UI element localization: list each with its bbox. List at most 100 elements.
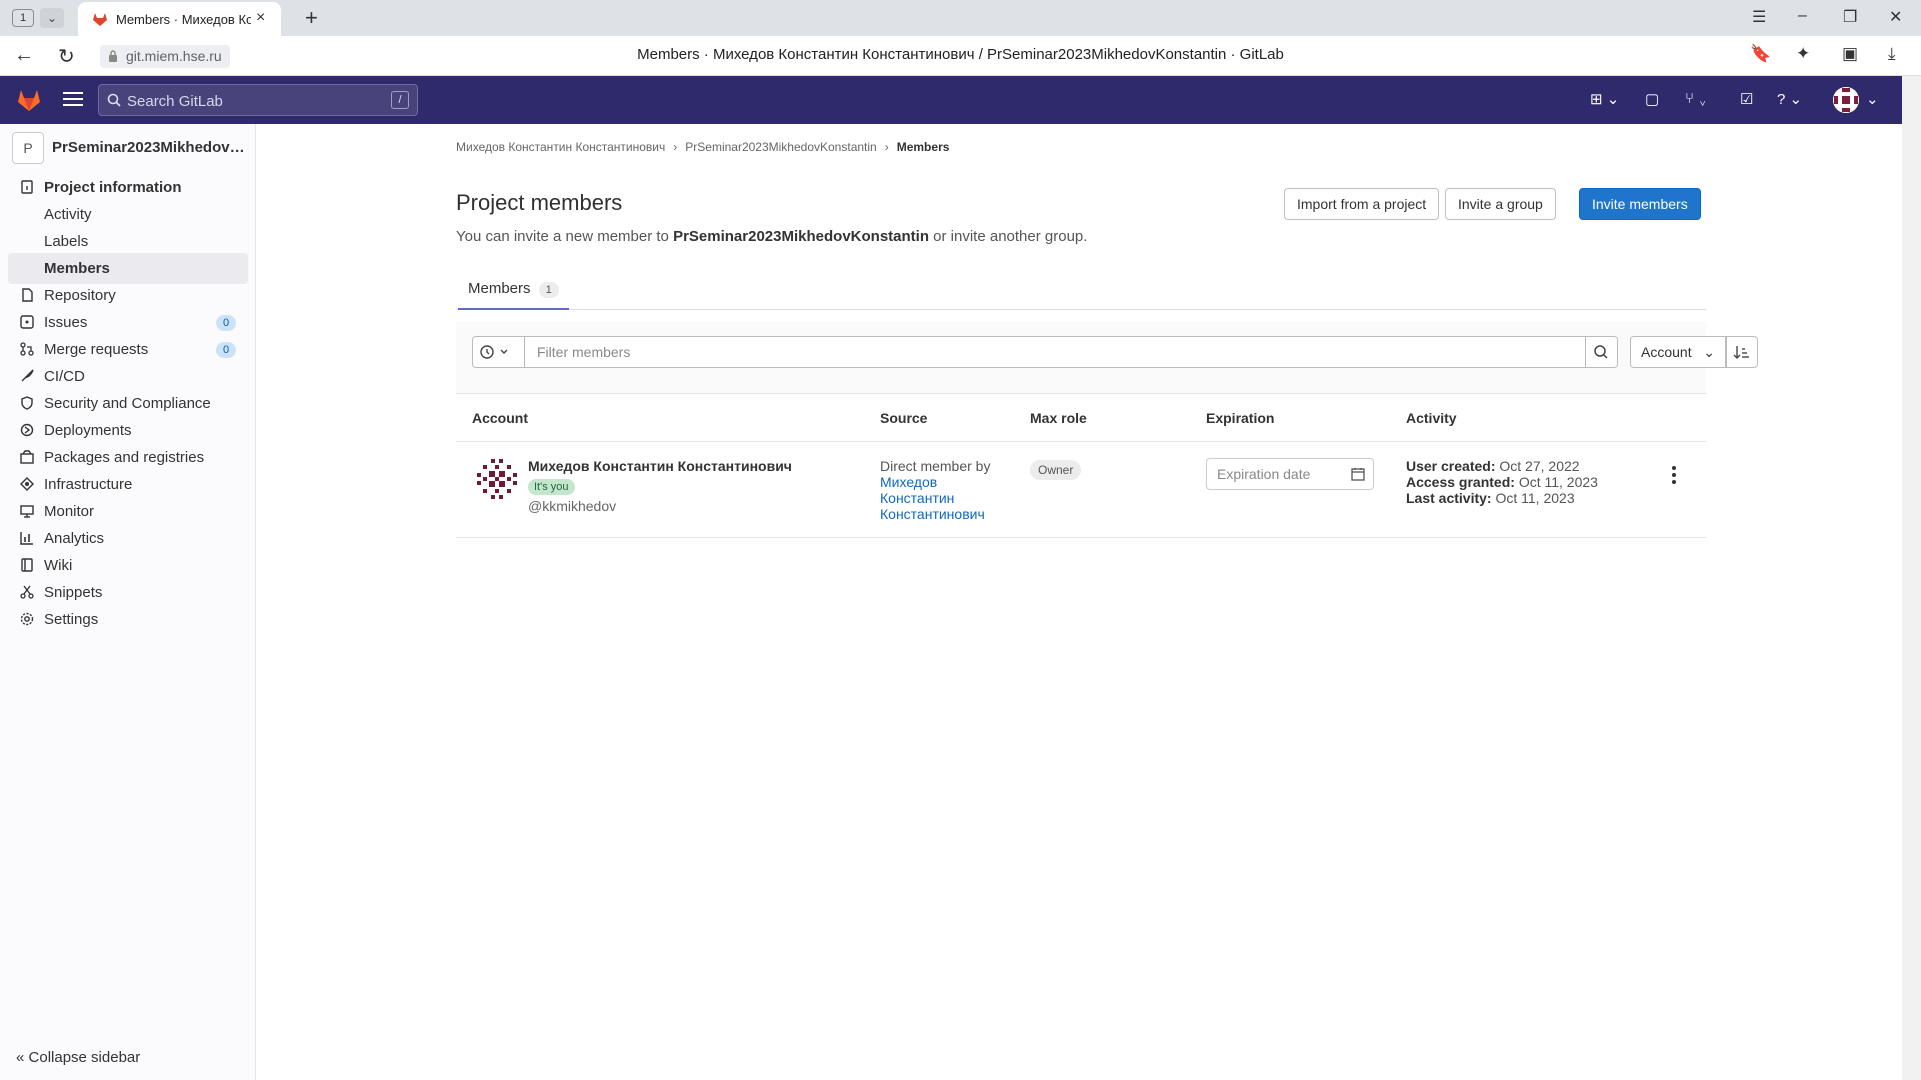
search-placeholder: Search GitLab	[127, 93, 223, 110]
rocket-icon	[21, 369, 34, 382]
tab-members[interactable]: Members 1	[458, 274, 569, 310]
calendar-icon	[1351, 468, 1365, 481]
filter-bar: Filter members Account ⌄	[456, 322, 1758, 394]
source-link[interactable]: Константинович	[880, 506, 990, 522]
project-header[interactable]: P PrSeminar2023Mikhedov…	[10, 130, 250, 166]
breadcrumb-item-group[interactable]: Михедов Константин Константинович	[456, 140, 665, 154]
shield-icon	[21, 396, 33, 410]
window-close-icon[interactable]: ✕	[1889, 7, 1902, 27]
search-icon	[107, 93, 121, 107]
recent-searches-button[interactable]	[472, 336, 524, 368]
avatar[interactable]	[1833, 87, 1859, 113]
breadcrumb-item-project[interactable]: PrSeminar2023MikhedovKonstantin	[685, 140, 876, 154]
minimize-icon[interactable]: –	[1798, 7, 1807, 25]
gitlab-header: Search GitLab / ⊞ ⌄ ▢ ⑂ ⌄ ☑ ? ⌄ ⌄	[0, 76, 1902, 124]
address-bar: ← ↻ git.miem.hse.ru Members · Михедов Ко…	[0, 36, 1921, 76]
extension-blue-icon[interactable]: ▣	[1842, 44, 1858, 64]
chevron-down-icon[interactable]: ⌄	[40, 8, 64, 28]
column-activity: Activity	[1406, 410, 1457, 426]
max-role-badge: Owner	[1030, 460, 1082, 480]
merge-requests-header-icon[interactable]: ⑂ ⌄	[1685, 90, 1707, 107]
browser-tab-title: Members · Михедов Ко	[116, 12, 251, 27]
breadcrumb-item-current[interactable]: Members	[897, 140, 950, 154]
create-new-icon[interactable]: ⊞ ⌄	[1590, 90, 1619, 108]
collapse-sidebar-button[interactable]: « Collapse sidebar	[16, 1049, 140, 1066]
deployments-icon	[20, 423, 34, 437]
its-you-badge: It's you	[528, 479, 575, 495]
issues-icon	[20, 315, 34, 329]
scissors-icon	[20, 585, 34, 599]
invite-group-button[interactable]: Invite a group	[1445, 188, 1556, 220]
more-actions-icon[interactable]	[1669, 466, 1679, 486]
member-name[interactable]: Михедов Константин Константинович	[528, 458, 792, 474]
scrollbar[interactable]	[1902, 76, 1921, 1080]
close-icon[interactable]: ×	[256, 9, 265, 27]
source-link[interactable]: Константин	[880, 490, 990, 506]
restore-icon[interactable]: ❐	[1843, 7, 1857, 27]
monitor-icon	[20, 505, 34, 518]
column-expiration: Expiration	[1206, 410, 1275, 426]
menu-icon[interactable]: ☰	[1752, 7, 1766, 27]
file-icon	[22, 288, 33, 302]
members-count-badge: 1	[538, 282, 559, 298]
tab-counter[interactable]: 1	[12, 9, 34, 27]
search-shortcut-key: /	[391, 91, 409, 109]
column-max-role: Max role	[1030, 410, 1087, 426]
extension-icon[interactable]: ✦	[1796, 44, 1810, 64]
hamburger-menu-icon[interactable]	[63, 88, 83, 108]
avatar[interactable]	[476, 458, 518, 500]
browser-tab-strip: 1 ⌄ Members · Михедов Ко × + ☰ – ❐ ✕	[0, 0, 1921, 36]
column-source: Source	[880, 410, 928, 426]
invite-members-button[interactable]: Invite members	[1579, 188, 1701, 220]
infrastructure-icon	[20, 477, 34, 491]
member-source: Direct member by Михедов Константин Конс…	[880, 458, 991, 522]
breadcrumb: Михедов Константин Константинович › PrSemi…	[456, 140, 949, 154]
filter-search-button[interactable]	[1586, 336, 1618, 368]
chart-icon	[20, 532, 33, 545]
table-row: Михедов Константин Константинович It's y…	[456, 442, 1706, 538]
gitlab-logo-icon[interactable]	[15, 86, 43, 114]
download-icon[interactable]: ⤓	[1888, 44, 1896, 64]
member-activity: User created: Oct 27, 2022 Access grante…	[1406, 458, 1598, 506]
history-icon	[480, 345, 508, 359]
double-chevron-left-icon: «	[16, 1049, 25, 1066]
invite-description: You can invite a new member to PrSeminar…	[456, 228, 1088, 245]
issues-count-badge: 0	[216, 315, 236, 331]
tabs: Members 1	[456, 274, 1706, 310]
sort-field-select[interactable]: Account ⌄	[1630, 336, 1726, 368]
package-icon	[20, 450, 34, 464]
chevron-right-icon: ›	[884, 140, 889, 154]
issues-header-icon[interactable]: ▢	[1645, 90, 1659, 108]
merge-requests-count-badge: 0	[216, 342, 236, 358]
sort-direction-button[interactable]	[1726, 336, 1758, 368]
chevron-down-icon[interactable]: ⌄	[1866, 90, 1879, 108]
project-avatar: P	[12, 132, 44, 164]
sidebar: P PrSeminar2023Mikhedov… Project informa…	[0, 124, 256, 1080]
merge-request-icon	[20, 342, 34, 356]
search-input[interactable]: Search GitLab /	[98, 84, 418, 116]
todo-icon[interactable]: ☑	[1740, 90, 1753, 108]
source-link[interactable]: Михедов	[880, 474, 990, 490]
expiration-date-input[interactable]: Expiration date	[1206, 458, 1374, 490]
info-icon	[21, 180, 33, 194]
project-name: PrSeminar2023Mikhedov…	[52, 139, 245, 156]
column-account: Account	[472, 410, 528, 426]
help-icon[interactable]: ? ⌄	[1777, 90, 1802, 108]
filter-members-input[interactable]: Filter members	[524, 336, 1586, 368]
import-from-project-button[interactable]: Import from a project	[1284, 188, 1440, 220]
browser-page-title: Members · Михедов Константин Константино…	[637, 46, 1284, 63]
member-username: @kkmikhedov	[528, 498, 617, 514]
gitlab-favicon-icon	[93, 13, 107, 26]
new-tab-icon[interactable]: +	[305, 5, 318, 31]
chevron-right-icon: ›	[673, 140, 678, 154]
book-icon	[21, 558, 33, 572]
gear-icon	[20, 612, 34, 626]
sort-ascending-icon	[1733, 346, 1749, 359]
bookmark-icon[interactable]: 🔖	[1750, 44, 1771, 64]
browser-tab-active[interactable]: Members · Михедов Ко ×	[78, 2, 281, 36]
page-title: Project members	[456, 190, 623, 215]
table-header: Account Source Max role Expiration Activ…	[456, 394, 1706, 442]
search-icon	[1594, 345, 1608, 359]
sidebar-item-settings[interactable]: Settings	[8, 604, 248, 635]
chevron-down-icon: ⌄	[1703, 344, 1715, 360]
